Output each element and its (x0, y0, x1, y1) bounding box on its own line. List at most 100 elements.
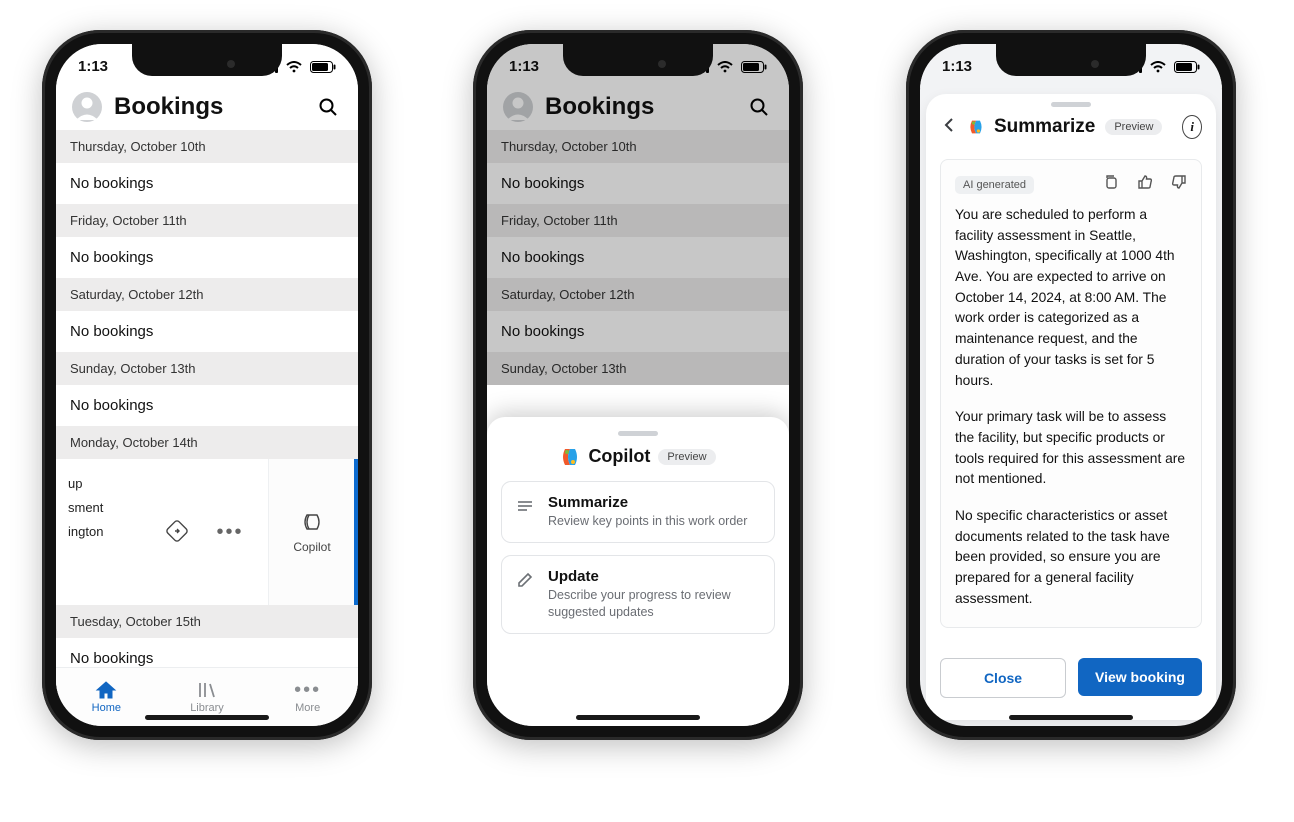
summary-para-1: You are scheduled to perform a facility … (955, 205, 1187, 391)
avatar-icon (72, 92, 102, 122)
avatar[interactable] (503, 92, 533, 122)
list-item: No bookings (487, 311, 789, 352)
preview-badge: Preview (1105, 119, 1162, 135)
chevron-left-icon (940, 116, 958, 134)
list-item: No bookings (56, 311, 358, 352)
bookings-list[interactable]: Thursday, October 10th No bookings Frida… (56, 130, 358, 726)
library-icon (196, 680, 218, 700)
preview-badge: Preview (658, 449, 715, 465)
date-header: Monday, October 14th (56, 426, 358, 459)
list-item: No bookings (487, 237, 789, 278)
close-button[interactable]: Close (940, 658, 1066, 698)
copilot-label: Copilot (293, 540, 330, 554)
pencil-icon (516, 568, 534, 621)
more-icon: ••• (294, 680, 321, 700)
thumbs-up-icon (1137, 174, 1153, 190)
copy-button[interactable] (1103, 174, 1119, 195)
home-indicator[interactable] (576, 715, 700, 720)
date-header: Friday, October 11th (56, 204, 358, 237)
list-item: No bookings (56, 163, 358, 204)
header: Bookings (56, 88, 358, 130)
nav-more-label: More (295, 702, 320, 714)
sheet-header: Summarize Preview i (926, 111, 1216, 149)
summary-para-2: Your primary task will be to assess the … (955, 407, 1187, 490)
date-header: Thursday, October 10th (487, 130, 789, 163)
summarize-title: Summarize (548, 494, 760, 511)
list-item: No bookings (56, 385, 358, 426)
date-header: Sunday, October 13th (487, 352, 789, 385)
copilot-button[interactable]: Copilot (268, 459, 355, 605)
home-indicator[interactable] (145, 715, 269, 720)
update-card[interactable]: Update Describe your progress to review … (501, 555, 775, 634)
sheet-header: Copilot Preview (501, 446, 775, 467)
page-title: Bookings (114, 93, 302, 121)
copy-icon (1103, 174, 1119, 190)
view-booking-label: View booking (1095, 669, 1185, 685)
sheet-grabber[interactable] (1051, 102, 1091, 107)
notch (996, 44, 1146, 76)
sheet-footer: Close View booking (926, 646, 1216, 720)
nav-home-label: Home (92, 702, 121, 714)
status-time: 1:13 (942, 58, 972, 75)
back-button[interactable] (940, 116, 958, 139)
date-header: Saturday, October 12th (487, 278, 789, 311)
date-header: Sunday, October 13th (56, 352, 358, 385)
copilot-logo-icon (560, 447, 580, 467)
summarize-desc: Review key points in this work order (548, 513, 760, 530)
info-button[interactable]: i (1182, 115, 1202, 139)
ai-panel: AI generated You are scheduled to perf (940, 159, 1202, 628)
summarize-sheet: Summarize Preview i AI generated (926, 94, 1216, 720)
avatar[interactable] (72, 92, 102, 122)
battery-icon (741, 61, 767, 73)
search-button[interactable] (314, 93, 342, 121)
update-title: Update (548, 568, 760, 585)
wifi-icon (286, 61, 302, 73)
home-icon (95, 680, 117, 700)
directions-icon (166, 520, 188, 542)
nav-home[interactable]: Home (56, 668, 157, 726)
search-button[interactable] (745, 93, 773, 121)
summarize-card[interactable]: Summarize Review key points in this work… (501, 481, 775, 543)
battery-icon (1174, 61, 1200, 73)
view-booking-button[interactable]: View booking (1078, 658, 1202, 696)
copilot-sheet[interactable]: Copilot Preview Summarize Review key poi… (487, 417, 789, 726)
date-header: Thursday, October 10th (56, 130, 358, 163)
search-icon (749, 97, 769, 117)
wifi-icon (717, 61, 733, 73)
swipe-actions-row[interactable]: up sment ington ••• Copilot (56, 459, 358, 605)
swipe-secondary-actions: ••• (142, 459, 268, 605)
nav-more[interactable]: ••• More (257, 668, 358, 726)
copilot-logo-icon (968, 117, 984, 137)
list-item: No bookings (56, 237, 358, 278)
more-actions-button[interactable]: ••• (216, 522, 243, 542)
date-header: Friday, October 11th (487, 204, 789, 237)
ai-generated-badge: AI generated (955, 176, 1034, 194)
wifi-icon (1150, 61, 1166, 73)
summarize-title: Summarize (994, 116, 1095, 138)
sheet-title: Copilot (588, 446, 650, 467)
close-label: Close (984, 670, 1022, 686)
phone-frame-1: 1:13 Bookings Thursday, October 10th (42, 30, 372, 740)
directions-button[interactable] (166, 520, 188, 545)
list-icon (516, 494, 534, 530)
thumbs-up-button[interactable] (1137, 174, 1153, 195)
nav-library-label: Library (190, 702, 224, 714)
phone-frame-2: 1:13 Bookings Thursday, October 10th No (473, 30, 803, 740)
home-indicator[interactable] (1009, 715, 1133, 720)
header: Bookings (487, 88, 789, 130)
update-desc: Describe your progress to review suggest… (548, 587, 760, 621)
summary-para-3: No specific characteristics or asset doc… (955, 506, 1187, 609)
notch (132, 44, 282, 76)
status-button[interactable]: Status (354, 459, 358, 605)
copilot-icon (301, 511, 323, 533)
status-time: 1:13 (78, 58, 108, 75)
thumbs-down-icon (1171, 174, 1187, 190)
thumbs-down-button[interactable] (1171, 174, 1187, 195)
sheet-grabber[interactable] (618, 431, 658, 436)
list-item: No bookings (487, 163, 789, 204)
booking-peek: up sment ington (68, 467, 103, 548)
avatar-icon (503, 92, 533, 122)
notch (563, 44, 713, 76)
phone-frame-3: 1:13 Summarize Preview i AI g (906, 30, 1236, 740)
page-title: Bookings (545, 93, 733, 121)
